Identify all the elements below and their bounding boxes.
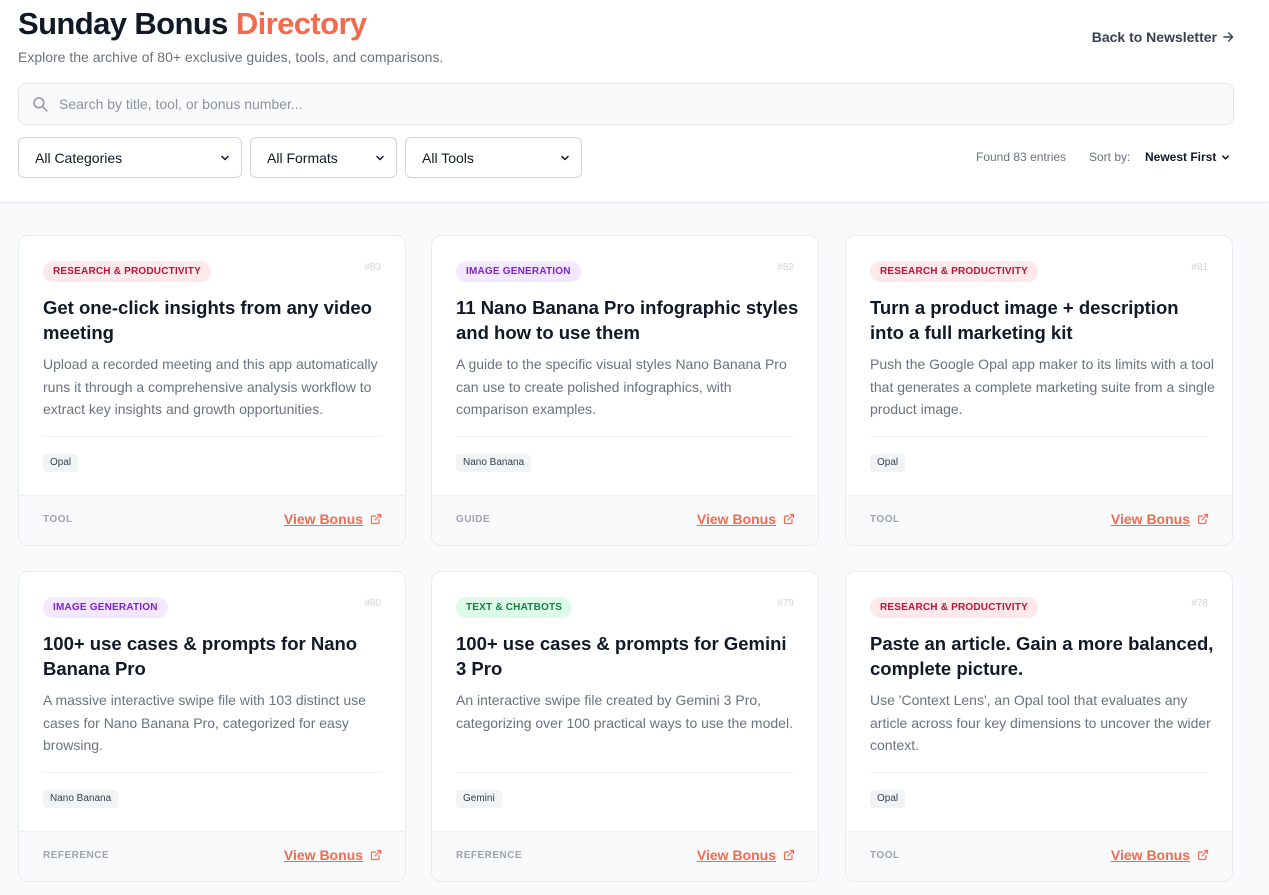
card-divider (870, 772, 1208, 773)
category-badge: TEXT & CHATBOTS (456, 597, 573, 618)
card-divider (43, 436, 381, 437)
card-divider (43, 772, 381, 773)
card-description: Upload a recorded meeting and this app a… (43, 356, 378, 418)
card-footer: REFERENCE View Bonus (19, 831, 405, 881)
card-divider (456, 772, 794, 773)
tool-tag: Opal (43, 454, 79, 472)
search-icon (31, 95, 49, 113)
tool-tag: Opal (870, 790, 906, 808)
bonus-card[interactable]: RESEARCH & PRODUCTIVITY #83 Get one-clic… (18, 235, 406, 546)
format-label: TOOL (870, 514, 900, 525)
tool-filter-select[interactable]: All Tools (405, 137, 582, 178)
results-count: Found 83 entries (976, 150, 1067, 164)
page-header: Sunday Bonus Directory Explore the archi… (0, 0, 1269, 203)
category-filter-select[interactable]: All Categories (18, 137, 242, 178)
card-divider (870, 436, 1208, 437)
view-bonus-link[interactable]: View Bonus (284, 847, 382, 863)
card-title: Turn a product image + description into … (870, 297, 1179, 343)
search-input[interactable] (59, 84, 1233, 124)
card-footer: REFERENCE View Bonus (432, 831, 818, 881)
chevron-down-icon (1222, 154, 1230, 160)
sort-label: Sort by: (1089, 150, 1131, 164)
card-title: 11 Nano Banana Pro infographic styles an… (456, 297, 799, 343)
external-link-icon (1197, 849, 1209, 861)
format-filter-select[interactable]: All Formats (250, 137, 397, 178)
card-footer: TOOL View Bonus (846, 831, 1232, 881)
view-bonus-link[interactable]: View Bonus (1111, 511, 1209, 527)
sort-value: Newest First (1145, 150, 1217, 164)
back-to-newsletter-link[interactable]: Back to Newsletter (1092, 29, 1235, 45)
search-bar[interactable] (18, 83, 1234, 125)
card-title: Get one-click insights from any video me… (43, 297, 372, 343)
bonus-card[interactable]: TEXT & CHATBOTS #79 100+ use cases & pro… (431, 571, 819, 882)
view-bonus-label: View Bonus (1110, 511, 1190, 527)
category-badge: IMAGE GENERATION (43, 597, 168, 618)
bonus-number: #80 (364, 598, 381, 609)
bonus-number: #81 (1191, 262, 1208, 273)
card-title: Paste an article. Gain a more balanced, … (870, 633, 1214, 679)
card-footer: TOOL View Bonus (846, 495, 1232, 545)
view-bonus-label: View Bonus (1110, 847, 1190, 863)
view-bonus-label: View Bonus (283, 511, 363, 527)
sort-dropdown[interactable]: Newest First (1145, 150, 1231, 164)
card-description: An interactive swipe file created by Gem… (456, 692, 793, 731)
arrow-right-icon (1223, 32, 1234, 42)
category-badge: IMAGE GENERATION (456, 261, 581, 282)
bonus-card[interactable]: IMAGE GENERATION #80 100+ use cases & pr… (18, 571, 406, 882)
chevron-down-icon (376, 155, 384, 160)
card-title: 100+ use cases & prompts for Gemini 3 Pr… (456, 633, 787, 679)
view-bonus-link[interactable]: View Bonus (697, 511, 795, 527)
format-label: GUIDE (456, 514, 491, 525)
back-link-label: Back to Newsletter (1091, 29, 1217, 45)
external-link-icon (370, 849, 382, 861)
page-subtitle: Explore the archive of 80+ exclusive gui… (18, 49, 444, 65)
format-label: TOOL (870, 850, 900, 861)
bonus-number: #82 (777, 262, 794, 273)
card-title: 100+ use cases & prompts for Nano Banana… (43, 633, 358, 679)
view-bonus-label: View Bonus (696, 847, 776, 863)
format-label: REFERENCE (43, 850, 110, 861)
page-title-main: Sunday Bonus (18, 6, 228, 41)
card-footer: TOOL View Bonus (19, 495, 405, 545)
tool-tag: Nano Banana (43, 790, 119, 808)
format-label: REFERENCE (456, 850, 523, 861)
external-link-icon (783, 849, 795, 861)
view-bonus-link[interactable]: View Bonus (1111, 847, 1209, 863)
category-badge: RESEARCH & PRODUCTIVITY (870, 261, 1038, 282)
tool-tag: Gemini (456, 790, 502, 808)
category-badge: RESEARCH & PRODUCTIVITY (870, 597, 1038, 618)
bonus-number: #83 (364, 262, 381, 273)
view-bonus-link[interactable]: View Bonus (697, 847, 795, 863)
chevron-down-icon (561, 155, 569, 160)
external-link-icon (370, 513, 382, 525)
tool-tag: Opal (870, 454, 906, 472)
format-label: TOOL (43, 514, 73, 525)
tool-filter-value: All Tools (422, 149, 474, 166)
bonus-card[interactable]: RESEARCH & PRODUCTIVITY #81 Turn a produ… (845, 235, 1233, 546)
external-link-icon (783, 513, 795, 525)
category-filter-value: All Categories (35, 149, 123, 166)
chevron-down-icon (221, 155, 229, 160)
page-title-accent: Directory (235, 6, 367, 41)
external-link-icon (1197, 513, 1209, 525)
bonus-number: #78 (1191, 598, 1208, 609)
view-bonus-label: View Bonus (696, 511, 776, 527)
view-bonus-label: View Bonus (283, 847, 363, 863)
category-badge: RESEARCH & PRODUCTIVITY (43, 261, 211, 282)
format-filter-value: All Formats (267, 149, 338, 166)
card-description: A massive interactive swipe file with 10… (43, 692, 366, 754)
card-divider (456, 436, 794, 437)
view-bonus-link[interactable]: View Bonus (284, 511, 382, 527)
tool-tag: Nano Banana (456, 454, 532, 472)
card-description: A guide to the specific visual styles Na… (456, 356, 787, 418)
card-description: Push the Google Opal app maker to its li… (870, 356, 1215, 418)
bonus-card[interactable]: RESEARCH & PRODUCTIVITY #78 Paste an art… (845, 571, 1233, 882)
bonus-card[interactable]: IMAGE GENERATION #82 11 Nano Banana Pro … (431, 235, 819, 546)
card-footer: GUIDE View Bonus (432, 495, 818, 545)
page-title: Sunday Bonus Directory (18, 6, 367, 42)
card-description: Use 'Context Lens', an Opal tool that ev… (870, 692, 1211, 754)
bonus-number: #79 (777, 598, 794, 609)
